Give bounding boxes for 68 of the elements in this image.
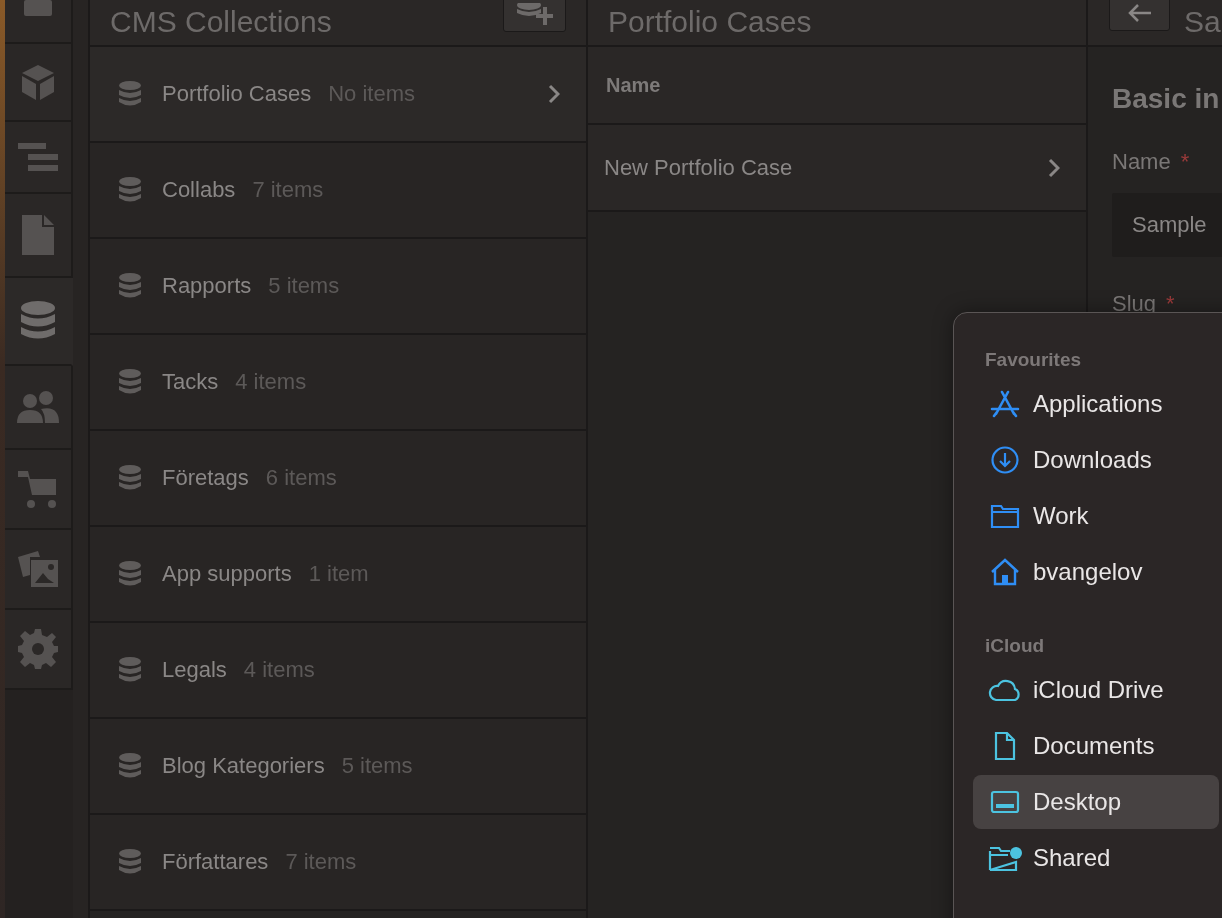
nav-item[interactable] xyxy=(5,366,73,450)
nav-item[interactable] xyxy=(5,0,73,44)
panel-title: Sa xyxy=(1184,7,1221,37)
back-button[interactable] xyxy=(1109,0,1170,31)
lines-icon xyxy=(18,143,58,171)
field-label: Name xyxy=(1112,149,1171,175)
sidebar-item[interactable]: Desktop xyxy=(973,775,1219,829)
required-mark: * xyxy=(1180,149,1190,175)
database-icon xyxy=(21,301,55,341)
collection-name: App supports xyxy=(162,561,292,587)
collection-name: Författares xyxy=(162,849,269,875)
arrow-left-icon xyxy=(1126,3,1153,22)
sidebar-item[interactable]: Downloads xyxy=(973,433,1219,487)
shared-folder-icon xyxy=(988,844,1022,872)
sidebar-item[interactable]: bvangelov xyxy=(973,545,1219,599)
people-icon xyxy=(17,391,59,423)
collection-name: Portfolio Cases xyxy=(162,81,312,107)
add-database-icon xyxy=(516,3,553,25)
sidebar-item[interactable]: Documents xyxy=(973,719,1219,773)
database-icon xyxy=(119,849,141,875)
cube-icon xyxy=(19,63,57,101)
nav-item[interactable] xyxy=(5,44,73,122)
database-icon xyxy=(119,657,141,683)
database-icon xyxy=(119,369,141,395)
collection-name: Rapports xyxy=(162,273,252,299)
input-field[interactable]: Sample xyxy=(1112,193,1222,257)
database-icon xyxy=(119,465,141,491)
collection-name: Blog Kategoriers xyxy=(162,753,325,779)
cloud-icon xyxy=(988,678,1022,702)
table-row[interactable]: New Portfolio Case xyxy=(588,125,1086,212)
box-icon xyxy=(23,0,53,18)
section-header: Favourites xyxy=(984,348,1083,372)
database-icon xyxy=(119,561,141,587)
folder-icon xyxy=(988,503,1022,529)
sidebar-item[interactable]: iCloud Drive xyxy=(973,663,1219,717)
database-icon xyxy=(119,81,141,107)
database-icon xyxy=(119,177,141,203)
nav-item[interactable] xyxy=(5,530,73,610)
collection-name: Legals xyxy=(162,657,227,683)
collection-name: Collabs xyxy=(162,177,236,203)
required-mark: * xyxy=(1166,291,1175,317)
add-collection-button[interactable] xyxy=(503,0,566,32)
apps-icon xyxy=(988,390,1022,418)
section-title: Basic in xyxy=(1112,83,1221,115)
sidebar-item[interactable]: Shared xyxy=(973,831,1219,885)
collection-name: Företags xyxy=(162,465,249,491)
chevron-right-icon xyxy=(1048,157,1060,178)
images-icon xyxy=(18,551,58,587)
nav-item[interactable] xyxy=(5,278,73,366)
desktop-icon xyxy=(988,789,1022,815)
document-icon xyxy=(22,215,54,255)
download-icon xyxy=(988,445,1022,475)
nav-item[interactable] xyxy=(5,194,73,278)
panel-title: CMS Collections xyxy=(110,7,332,37)
database-icon xyxy=(119,273,141,299)
column-header: Name xyxy=(606,73,661,97)
panel-title: Portfolio Cases xyxy=(608,7,812,37)
nav-item[interactable] xyxy=(5,610,73,690)
database-icon xyxy=(119,753,141,779)
settings-icon xyxy=(18,629,58,669)
section-header: iCloud xyxy=(984,634,1046,658)
collection-name: Tacks xyxy=(162,369,219,395)
chevron-right-icon xyxy=(548,84,560,104)
cart-icon xyxy=(18,469,58,509)
nav-item[interactable] xyxy=(5,450,73,530)
sidebar-item[interactable]: Applications xyxy=(973,377,1219,431)
nav-item[interactable] xyxy=(5,122,73,194)
sidebar-item[interactable]: Work xyxy=(973,489,1219,543)
